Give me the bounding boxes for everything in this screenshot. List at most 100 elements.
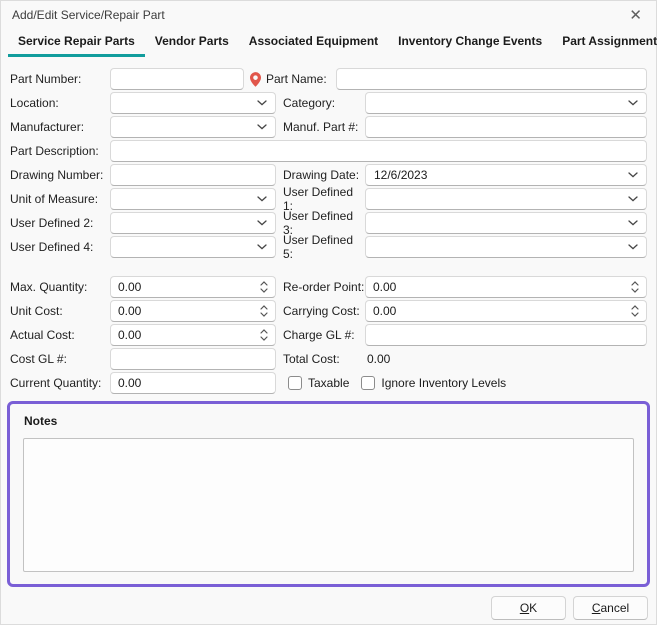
user-defined-2-dropdown[interactable] xyxy=(110,212,276,234)
window-title: Add/Edit Service/Repair Part xyxy=(12,8,165,22)
spinner-updown[interactable] xyxy=(260,329,275,341)
chevron-down-icon xyxy=(628,244,638,250)
max-quantity-stepper[interactable] xyxy=(110,276,276,298)
chevron-down-icon xyxy=(257,220,267,226)
taxable-checkbox[interactable] xyxy=(288,376,302,390)
cost-gl-input[interactable] xyxy=(110,348,276,370)
user-defined-5-label: User Defined 5: xyxy=(283,233,365,261)
location-dropdown[interactable] xyxy=(110,92,276,114)
title-bar: Add/Edit Service/Repair Part ✕ xyxy=(0,0,657,30)
location-label: Location: xyxy=(10,96,110,110)
user-defined-3-dropdown[interactable] xyxy=(365,212,647,234)
row-max-reorder: Max. Quantity: Re-order Point: xyxy=(10,275,647,299)
drawing-date-value: 12/6/2023 xyxy=(374,168,427,182)
row-ud4-ud5: User Defined 4: User Defined 5: xyxy=(10,235,647,259)
category-dropdown[interactable] xyxy=(365,92,647,114)
drawing-number-label: Drawing Number: xyxy=(10,168,110,182)
charge-gl-input-field[interactable] xyxy=(366,325,646,345)
ok-button-label: K xyxy=(529,601,537,615)
chevron-down-icon xyxy=(628,220,638,226)
actual-cost-input-field[interactable] xyxy=(111,325,260,345)
actual-cost-stepper[interactable] xyxy=(110,324,276,346)
notes-textarea[interactable] xyxy=(23,438,634,572)
notes-group: Notes xyxy=(7,401,650,587)
drawing-date-dropdown[interactable]: 12/6/2023 xyxy=(365,164,647,186)
spinner-updown[interactable] xyxy=(260,305,275,317)
user-defined-4-label: User Defined 4: xyxy=(10,240,110,254)
close-icon[interactable]: ✕ xyxy=(629,8,642,23)
part-name-input-field[interactable] xyxy=(337,69,646,89)
dialog-footer: OK Cancel xyxy=(491,596,648,620)
cancel-button-accesskey: C xyxy=(592,601,601,615)
charge-gl-label: Charge GL #: xyxy=(283,328,365,342)
chevron-down-icon xyxy=(631,288,639,293)
chevron-down-icon xyxy=(628,100,638,106)
tab-associated-equipment[interactable]: Associated Equipment xyxy=(239,29,388,57)
row-drawing: Drawing Number: Drawing Date: 12/6/2023 xyxy=(10,163,647,187)
spinner-updown[interactable] xyxy=(631,281,646,293)
chevron-up-icon xyxy=(260,329,268,334)
chevron-down-icon xyxy=(257,100,267,106)
row-part-description: Part Description: xyxy=(10,139,647,163)
current-quantity-input-field[interactable] xyxy=(111,373,275,393)
tab-part-assignments[interactable]: Part Assignments xyxy=(552,29,657,57)
part-description-input[interactable] xyxy=(110,140,647,162)
ignore-inventory-checkbox-group[interactable]: Ignore Inventory Levels xyxy=(361,376,506,390)
tab-vendor-parts[interactable]: Vendor Parts xyxy=(145,29,239,57)
spinner-updown[interactable] xyxy=(631,305,646,317)
cost-gl-label: Cost GL #: xyxy=(10,352,110,366)
reorder-point-stepper[interactable] xyxy=(365,276,647,298)
part-name-input[interactable] xyxy=(336,68,647,90)
taxable-checkbox-group[interactable]: Taxable xyxy=(288,376,349,390)
charge-gl-input[interactable] xyxy=(365,324,647,346)
cancel-button-label: ancel xyxy=(600,601,629,615)
cost-gl-input-field[interactable] xyxy=(111,349,275,369)
ok-button[interactable]: OK xyxy=(491,596,566,620)
current-quantity-input[interactable] xyxy=(110,372,276,394)
actual-cost-label: Actual Cost: xyxy=(10,328,110,342)
max-quantity-input-field[interactable] xyxy=(111,277,260,297)
spinner-updown[interactable] xyxy=(260,281,275,293)
chevron-down-icon xyxy=(260,312,268,317)
tab-bar: Service Repair Parts Vendor Parts Associ… xyxy=(0,30,657,57)
unit-cost-input-field[interactable] xyxy=(111,301,260,321)
row-location-category: Location: Category: xyxy=(10,91,647,115)
manufacturer-dropdown[interactable] xyxy=(110,116,276,138)
add-edit-part-dialog: { "window": { "title": "Add/Edit Service… xyxy=(0,0,657,625)
carrying-cost-stepper[interactable] xyxy=(365,300,647,322)
row-costgl-total: Cost GL #: Total Cost: 0.00 xyxy=(10,347,647,371)
ok-button-accesskey: O xyxy=(520,601,529,615)
user-defined-1-dropdown[interactable] xyxy=(365,188,647,210)
chevron-down-icon xyxy=(260,288,268,293)
part-number-input[interactable] xyxy=(110,68,244,90)
reorder-point-input-field[interactable] xyxy=(366,277,631,297)
manuf-part-no-input-field[interactable] xyxy=(366,117,646,137)
unit-cost-stepper[interactable] xyxy=(110,300,276,322)
user-defined-5-dropdown[interactable] xyxy=(365,236,647,258)
location-pin-icon[interactable] xyxy=(244,72,266,87)
manuf-part-no-label: Manuf. Part #: xyxy=(283,120,365,134)
ignore-inventory-checkbox[interactable] xyxy=(361,376,375,390)
drawing-number-input-field[interactable] xyxy=(111,165,275,185)
cancel-button[interactable]: Cancel xyxy=(573,596,648,620)
total-cost-label: Total Cost: xyxy=(283,352,365,366)
part-name-label: Part Name: xyxy=(266,72,336,86)
tab-service-repair-parts[interactable]: Service Repair Parts xyxy=(8,29,145,57)
chevron-down-icon xyxy=(628,172,638,178)
manuf-part-no-input[interactable] xyxy=(365,116,647,138)
carrying-cost-input-field[interactable] xyxy=(366,301,631,321)
chevron-down-icon xyxy=(257,244,267,250)
drawing-number-input[interactable] xyxy=(110,164,276,186)
chevron-down-icon xyxy=(628,196,638,202)
row-current-qty: Current Quantity: Taxable Ignore Invento… xyxy=(10,371,647,395)
part-description-input-field[interactable] xyxy=(111,141,646,161)
chevron-down-icon xyxy=(631,312,639,317)
user-defined-4-dropdown[interactable] xyxy=(110,236,276,258)
reorder-point-label: Re-order Point: xyxy=(283,280,365,294)
section-spacer xyxy=(10,259,647,275)
total-cost-value: 0.00 xyxy=(365,352,390,366)
part-number-input-field[interactable] xyxy=(111,69,243,89)
unit-of-measure-dropdown[interactable] xyxy=(110,188,276,210)
tab-inventory-change-events[interactable]: Inventory Change Events xyxy=(388,29,552,57)
manufacturer-label: Manufacturer: xyxy=(10,120,110,134)
